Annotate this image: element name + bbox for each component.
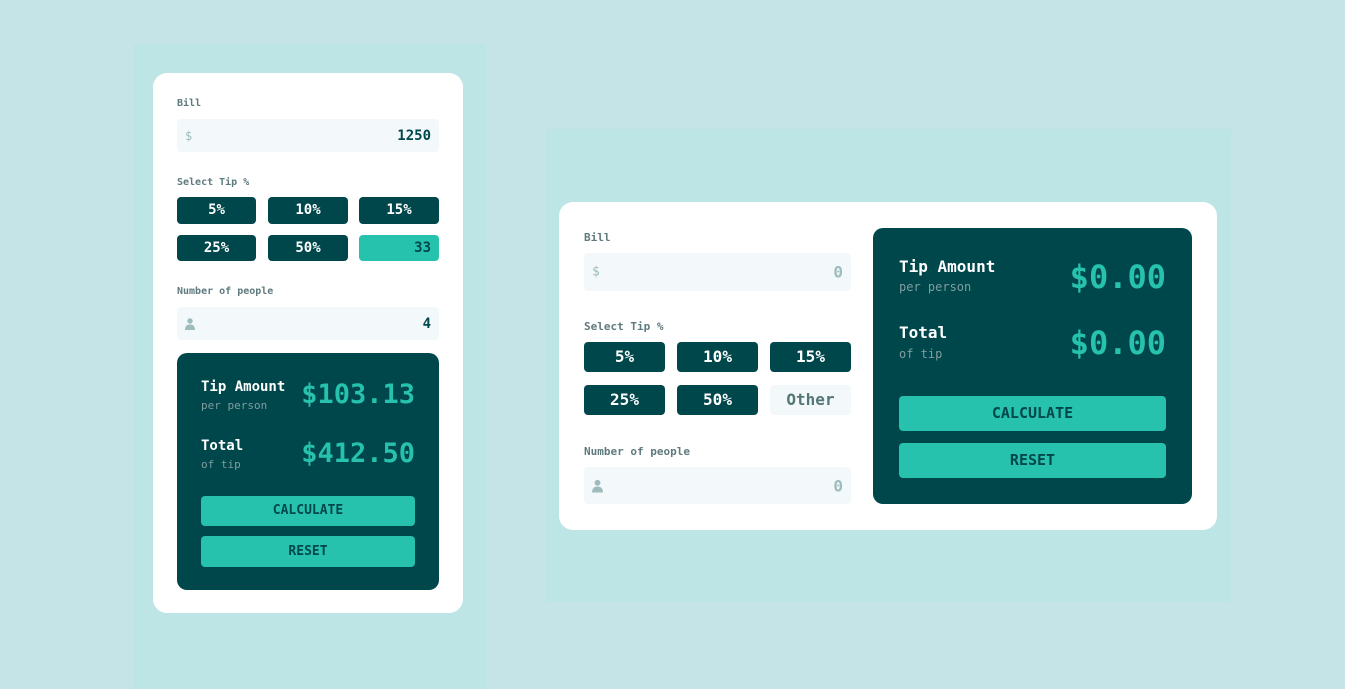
- number-of-people-label: Number of people: [584, 445, 690, 458]
- tip-amount-title: Tip Amount: [899, 257, 996, 276]
- bill-label: Bill: [177, 98, 202, 109]
- select-tip-label: Select Tip %: [584, 320, 664, 333]
- select-tip-label: Select Tip %: [177, 177, 250, 188]
- tip-amount-value: $0.00: [1069, 258, 1166, 296]
- total-subtitle: of tip: [201, 458, 241, 471]
- people-input-value: 0: [833, 476, 843, 495]
- people-input[interactable]: 0: [584, 467, 851, 504]
- tip-amount-value: $103.13: [301, 379, 415, 410]
- tip-15-button[interactable]: 15%: [359, 197, 439, 224]
- calculate-button[interactable]: CALCULATE: [201, 496, 415, 526]
- tip-25-button[interactable]: 25%: [584, 385, 665, 415]
- bill-input[interactable]: $ 1250: [177, 119, 439, 152]
- reset-button[interactable]: RESET: [899, 443, 1166, 478]
- total-title: Total: [899, 323, 948, 342]
- mobile-calculator-card: Bill $ 1250 Select Tip % 5% 10% 15% 25% …: [153, 73, 463, 613]
- tip-50-button[interactable]: 50%: [268, 235, 348, 261]
- bill-input-value: 0: [833, 262, 843, 282]
- result-panel: Tip Amount per person $103.13 Total of t…: [177, 353, 439, 590]
- result-panel: Tip Amount per person $0.00 Total of tip…: [873, 228, 1192, 504]
- total-value: $412.50: [301, 438, 415, 469]
- tip-10-button[interactable]: 10%: [677, 342, 758, 372]
- calculate-button[interactable]: CALCULATE: [899, 396, 1166, 431]
- tip-10-button[interactable]: 10%: [268, 197, 348, 224]
- person-icon: [592, 479, 603, 492]
- tip-custom-input[interactable]: 33: [359, 235, 439, 261]
- total-subtitle: of tip: [899, 347, 943, 361]
- tip-50-button[interactable]: 50%: [677, 385, 758, 415]
- number-of-people-label: Number of people: [177, 286, 274, 297]
- bill-input[interactable]: $ 0: [584, 253, 851, 291]
- tip-amount-subtitle: per person: [201, 399, 268, 412]
- tip-15-button[interactable]: 15%: [770, 342, 851, 372]
- tip-other-input[interactable]: Other: [770, 385, 851, 415]
- desktop-calculator-card: Bill $ 0 Select Tip % 5% 10% 15% 25% 50%…: [559, 202, 1217, 530]
- tip-amount-title: Tip Amount: [201, 379, 286, 395]
- bill-label: Bill: [584, 231, 611, 244]
- dollar-icon: $: [592, 264, 600, 280]
- person-icon: [185, 317, 195, 330]
- total-value: $0.00: [1069, 324, 1166, 362]
- dollar-icon: $: [185, 128, 193, 143]
- reset-button[interactable]: RESET: [201, 536, 415, 567]
- people-input-value: 4: [422, 315, 431, 332]
- tip-25-button[interactable]: 25%: [177, 235, 256, 261]
- bill-input-value: 1250: [397, 127, 431, 144]
- tip-5-button[interactable]: 5%: [584, 342, 665, 372]
- tip-amount-subtitle: per person: [899, 280, 972, 294]
- tip-5-button[interactable]: 5%: [177, 197, 256, 224]
- people-input[interactable]: 4: [177, 307, 439, 340]
- total-title: Total: [201, 438, 244, 454]
